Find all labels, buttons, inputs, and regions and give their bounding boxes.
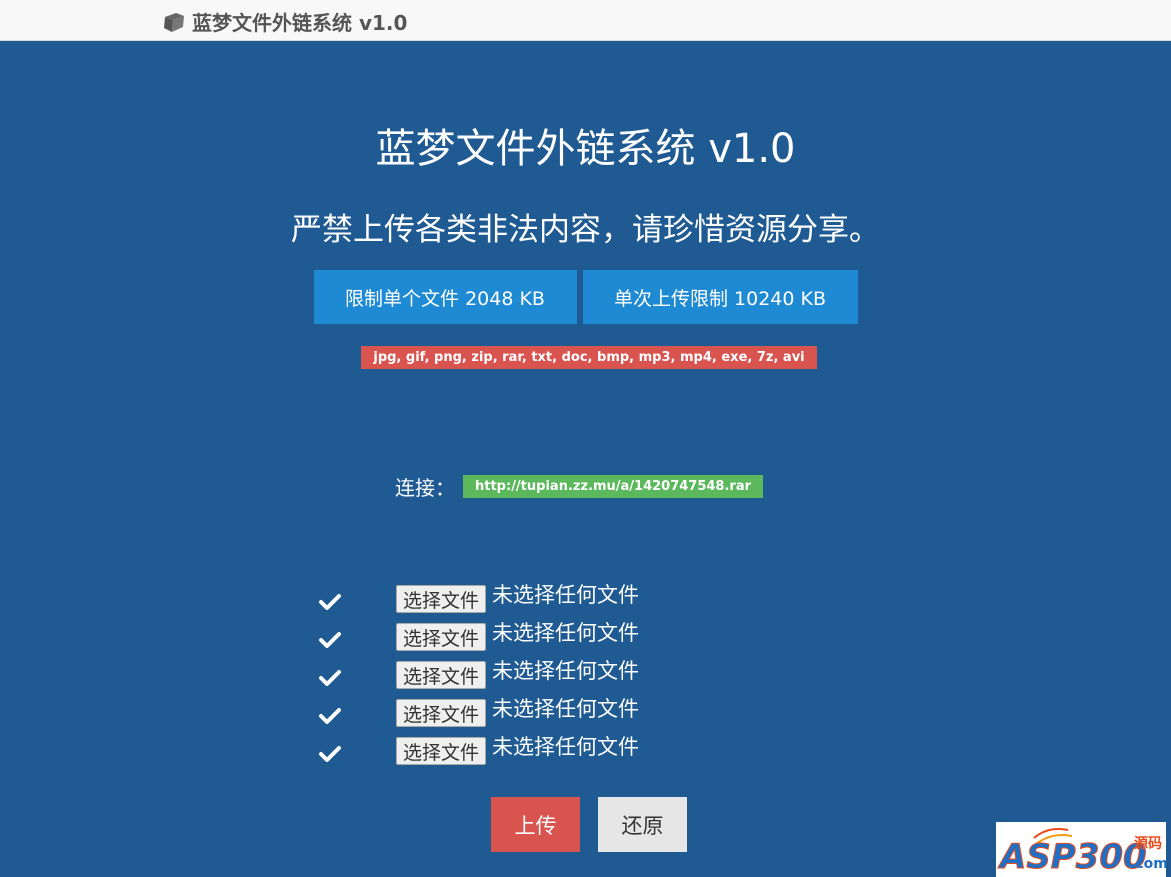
file-row: 选择文件 未选择任何文件 — [318, 654, 639, 692]
link-row: 连接： http://tupian.zz.mu/a/1420747548.rar — [395, 472, 764, 501]
choose-file-button[interactable]: 选择文件 — [396, 661, 487, 689]
check-icon — [319, 746, 341, 762]
check-icon — [319, 708, 341, 724]
single-file-limit-button[interactable]: 限制单个文件 2048 KB — [313, 270, 577, 324]
file-row: 选择文件 未选择任何文件 — [318, 616, 639, 654]
notice-text: 严禁上传各类非法内容，请珍惜资源分享。 — [291, 212, 880, 248]
file-status: 未选择任何文件 — [492, 659, 640, 683]
file-row: 选择文件 未选择任何文件 — [318, 730, 639, 768]
check-icon — [319, 594, 341, 610]
upload-button[interactable]: 上传 — [491, 797, 580, 852]
file-row: 选择文件 未选择任何文件 — [318, 692, 639, 730]
file-row: 选择文件 未选择任何文件 — [318, 578, 639, 616]
cube-icon — [164, 12, 184, 32]
file-status: 未选择任何文件 — [492, 697, 640, 721]
watermark-text: ASP300 — [997, 837, 1147, 877]
watermark-suffix: 源码 — [1134, 835, 1162, 852]
choose-file-button[interactable]: 选择文件 — [396, 737, 487, 765]
watermark-domain: .com — [1130, 856, 1166, 872]
top-navbar: 蓝梦文件外链系统 v1.0 — [0, 0, 1171, 41]
file-status: 未选择任何文件 — [492, 583, 640, 607]
file-link[interactable]: http://tupian.zz.mu/a/1420747548.rar — [463, 475, 764, 498]
watermark-logo-graphic: ASP300 源码 .com — [997, 828, 1166, 877]
brand-link[interactable]: 蓝梦文件外链系统 v1.0 — [162, 7, 407, 36]
file-status: 未选择任何文件 — [492, 735, 640, 759]
limit-info: 限制单个文件 2048 KB 单次上传限制 10240 KB — [0, 270, 1171, 324]
watermark-logo: ASP300 源码 .com — [996, 822, 1166, 877]
choose-file-button[interactable]: 选择文件 — [396, 623, 487, 651]
file-status: 未选择任何文件 — [492, 621, 640, 645]
page-title: 蓝梦文件外链系统 v1.0 — [375, 126, 796, 172]
link-caption: 连接： — [395, 476, 455, 500]
file-input-list: 选择文件 未选择任何文件 选择文件 未选择任何文件 选择文件 未选择任何文件 选… — [318, 578, 639, 768]
check-icon — [319, 632, 341, 648]
choose-file-button[interactable]: 选择文件 — [396, 585, 487, 613]
upload-limit-button[interactable]: 单次上传限制 10240 KB — [582, 270, 858, 324]
choose-file-button[interactable]: 选择文件 — [396, 699, 487, 727]
brand-title: 蓝梦文件外链系统 v1.0 — [192, 11, 408, 35]
check-icon — [319, 670, 341, 686]
reset-button[interactable]: 还原 — [598, 797, 687, 852]
allowed-types-label: jpg, gif, png, zip, rar, txt, doc, bmp, … — [361, 346, 817, 369]
action-buttons: 上传 还原 — [491, 797, 687, 852]
